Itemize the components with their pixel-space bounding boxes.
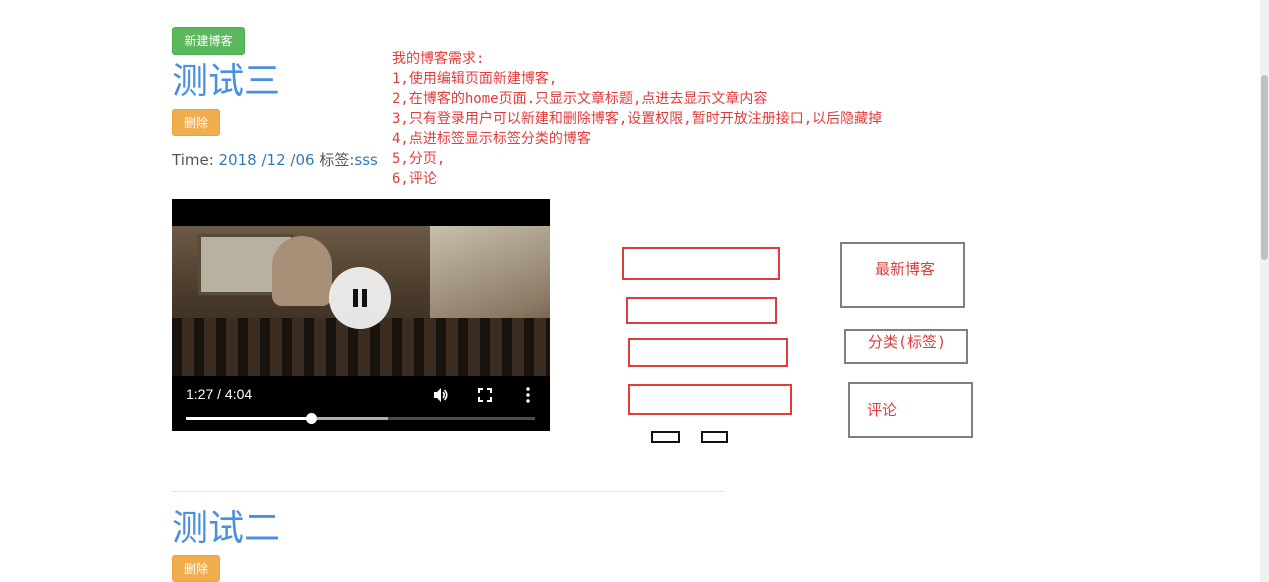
sketch-comment-label: 评论 — [867, 401, 898, 419]
page-scrollbar[interactable] — [1260, 0, 1269, 582]
sketch-list-box — [628, 338, 788, 367]
sketch-comment-box: 评论 — [848, 382, 973, 438]
fullscreen-icon[interactable] — [476, 386, 494, 404]
video-played — [186, 417, 312, 420]
note-item: 6,评论 — [392, 171, 437, 187]
video-progress-thumb[interactable] — [306, 413, 318, 424]
delete-button[interactable]: 删除 — [172, 555, 220, 582]
sketch-latest-box: 最新博客 — [840, 242, 965, 308]
note-item: 1,使用编辑页面新建博客, — [392, 71, 558, 87]
tag-label: 标签: — [319, 151, 355, 169]
new-blog-button[interactable]: 新建博客 — [172, 27, 245, 55]
note-item: 4,点进标签显示标签分类的博客 — [392, 131, 591, 147]
note-item: 3,只有登录用户可以新建和删除博客,设置权限,暂时开放注册接口,以后隐藏掉 — [392, 111, 883, 127]
sketch-pagination-box — [701, 431, 728, 443]
sketch-category-box: 分类(标签) — [844, 329, 968, 364]
pause-button[interactable] — [329, 267, 391, 329]
time-label: Time: — [172, 151, 214, 169]
video-player[interactable]: 1:27 / 4:04 — [172, 199, 550, 431]
note-heading: 我的博客需求: — [392, 51, 485, 67]
more-vertical-icon[interactable] — [519, 386, 537, 404]
sketch-latest-label: 最新博客 — [875, 260, 936, 278]
requirements-notes: 我的博客需求: 1,使用编辑页面新建博客, 2,在博客的home页面.只显示文章… — [392, 49, 882, 189]
video-progress-bar[interactable] — [186, 413, 535, 424]
video-scene-person — [272, 236, 332, 306]
sketch-pagination-box — [651, 431, 680, 443]
post-title[interactable]: 测试二 — [172, 511, 280, 547]
post-divider — [172, 491, 725, 492]
sketch-list-box — [628, 384, 792, 415]
note-item: 5,分页, — [392, 151, 446, 167]
sketch-category-label: 分类(标签) — [868, 333, 947, 351]
sketch-list-box — [626, 297, 777, 324]
post-date-link[interactable]: 2018 /12 /06 — [219, 151, 315, 169]
post-title[interactable]: 测试三 — [172, 64, 280, 100]
volume-icon[interactable] — [432, 386, 450, 404]
post-meta: Time: 2018 /12 /06 标签:sss — [172, 149, 378, 170]
pause-icon — [351, 289, 369, 307]
note-item: 2,在博客的home页面.只显示文章标题,点进去显示文章内容 — [392, 91, 768, 107]
sketch-list-box — [622, 247, 780, 280]
delete-button[interactable]: 删除 — [172, 109, 220, 136]
video-time: 1:27 / 4:04 — [186, 386, 253, 402]
scrollbar-thumb[interactable] — [1261, 75, 1268, 260]
tag-link[interactable]: sss — [354, 151, 377, 169]
